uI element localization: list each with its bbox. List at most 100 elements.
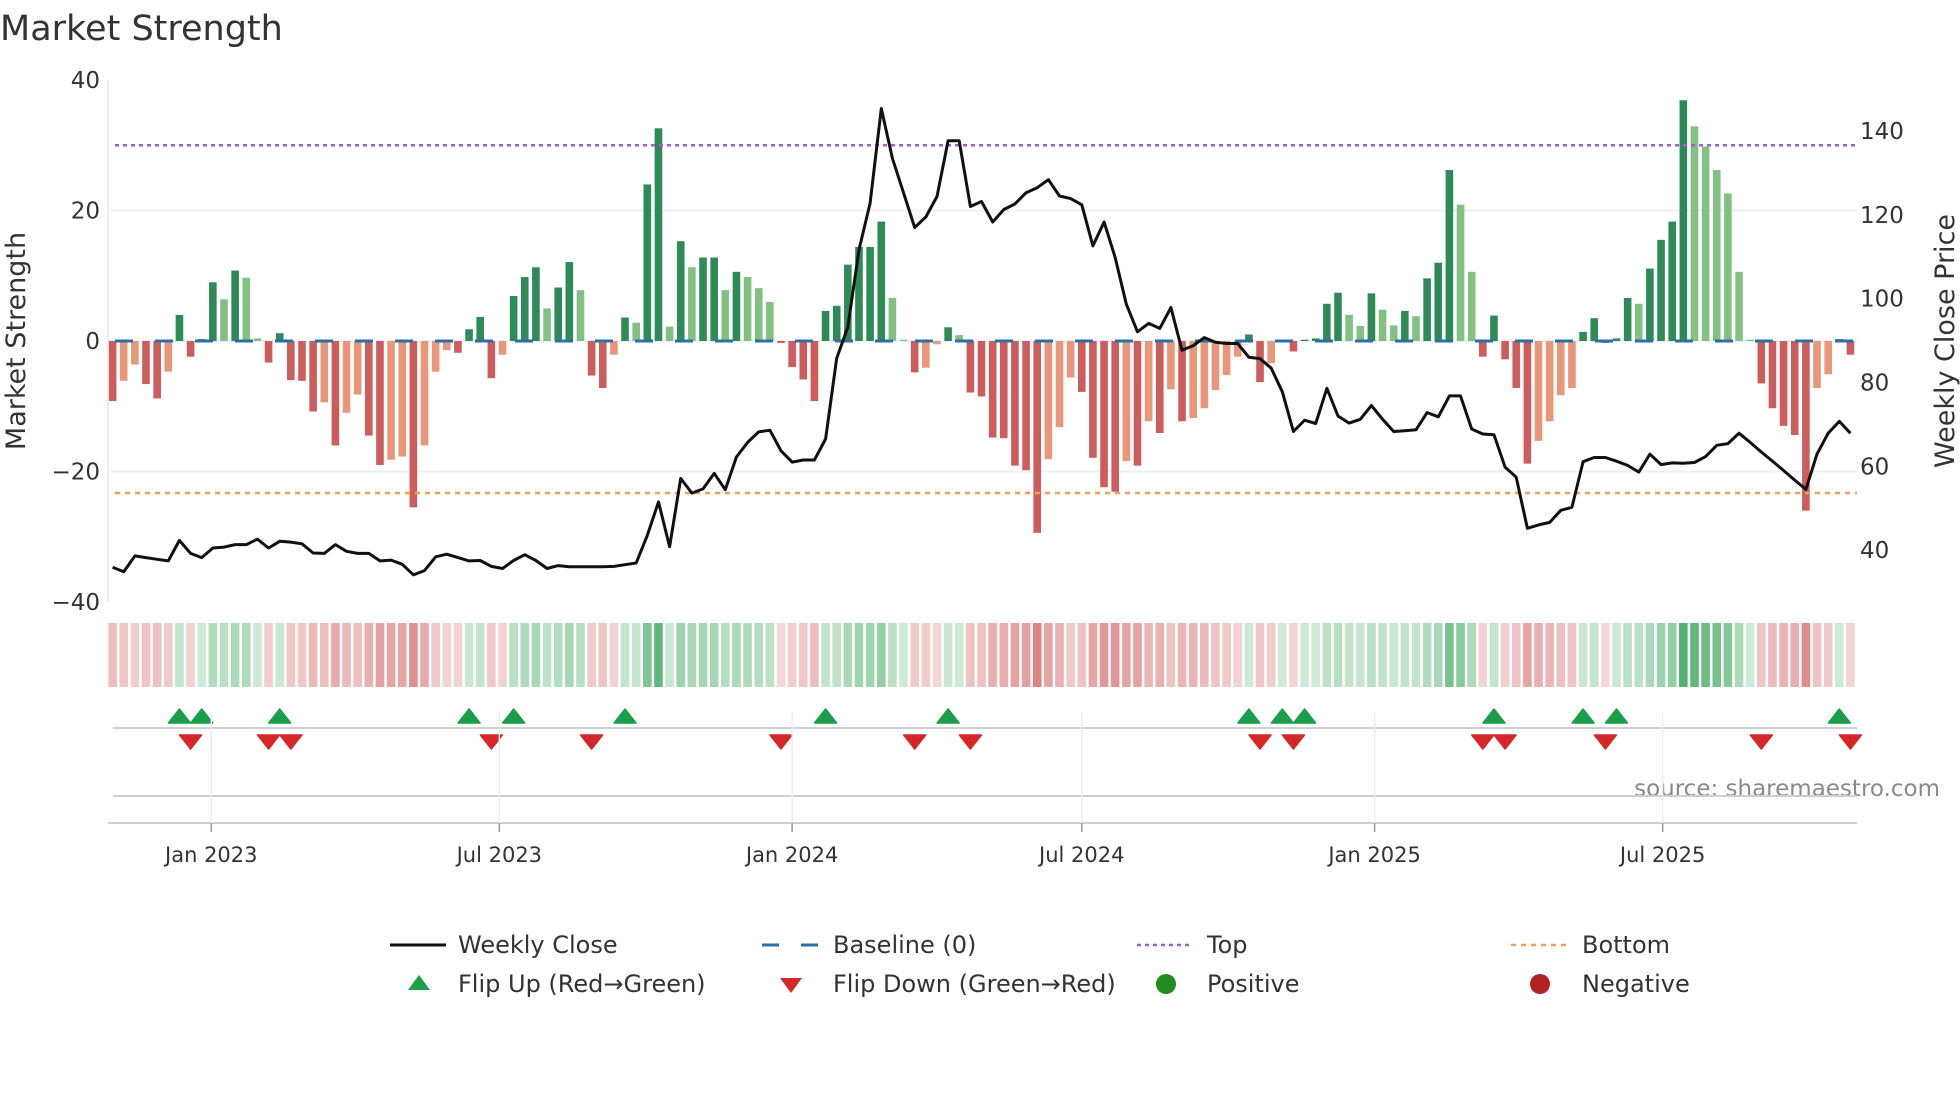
strip-cell: [1333, 623, 1343, 687]
strength-bar: [1690, 126, 1699, 341]
strength-bar: [331, 341, 340, 446]
strength-bar: [966, 341, 975, 393]
strength-bar: [1456, 204, 1465, 341]
strip-cell: [475, 623, 485, 687]
strip-cell: [208, 623, 218, 687]
strip-cell: [1589, 623, 1599, 687]
strip-cell: [665, 623, 674, 687]
strength-bar: [142, 341, 150, 385]
strength-bar: [309, 341, 317, 412]
strip-cell: [1690, 623, 1699, 687]
strength-bar: [1657, 239, 1665, 341]
strength-bar: [1768, 341, 1777, 409]
strip-cell: [464, 623, 474, 687]
y-tick-label: −40: [51, 590, 100, 616]
strength-bar: [498, 341, 507, 355]
strip-cell: [275, 623, 284, 687]
flip-up-marker: [167, 708, 192, 724]
strip-cell: [498, 623, 507, 687]
flip-up-marker: [1292, 708, 1317, 724]
strength-bar: [576, 290, 585, 341]
strength-bar: [1813, 341, 1821, 388]
strength-bar: [287, 341, 295, 381]
strip-cell: [587, 623, 596, 687]
strength-bar: [1200, 341, 1209, 409]
strip-cell: [1634, 623, 1644, 687]
strength-bar: [1590, 318, 1599, 341]
strength-bar: [1824, 341, 1832, 375]
strength-bar: [1155, 341, 1164, 434]
strip-cell: [553, 623, 563, 687]
flip-down-marker: [1471, 734, 1495, 750]
strip-cell: [1010, 623, 1020, 687]
strength-bar: [565, 262, 574, 341]
strength-bar: [1022, 341, 1030, 471]
strip-cell: [1567, 623, 1577, 687]
strength-bar: [1757, 341, 1766, 384]
strength-bar: [1490, 315, 1498, 341]
strip-cell: [409, 623, 418, 687]
strength-bar: [621, 317, 629, 341]
strip-cell: [1801, 623, 1811, 687]
strip-cell: [1656, 623, 1666, 687]
strength-bar: [821, 310, 830, 341]
strip-cell: [654, 623, 663, 687]
strip-cell: [1835, 623, 1844, 687]
legend-label-flip_down: Flip Down (Green→Red): [833, 970, 1116, 998]
strength-bar: [1033, 341, 1042, 533]
strength-bar: [1746, 339, 1754, 341]
strength-bar: [1545, 341, 1554, 422]
strength-bar: [1724, 193, 1732, 341]
strength-heat-strip: [108, 623, 1855, 687]
strip-cell: [1222, 623, 1231, 687]
strength-bar: [1356, 325, 1365, 341]
strength-bar: [721, 290, 730, 341]
strip-cell: [1122, 623, 1131, 687]
strength-bar: [164, 341, 173, 372]
strength-bar: [988, 341, 997, 438]
strength-bar: [610, 341, 618, 355]
strip-cell: [431, 623, 440, 687]
strip-cell: [420, 623, 429, 687]
strip-cell: [709, 623, 719, 687]
strength-bar: [1701, 146, 1710, 341]
strength-bar: [175, 314, 184, 341]
flip-down-marker: [1281, 734, 1306, 750]
y2-tick-label: 40: [1860, 538, 1889, 564]
strip-cell: [1846, 623, 1855, 687]
flip-down-marker: [1248, 734, 1272, 750]
strip-cell: [854, 623, 864, 687]
strength-bar: [1646, 268, 1654, 341]
strength-bar: [1512, 341, 1521, 388]
strength-bar: [1623, 297, 1632, 341]
strength-bar: [1378, 309, 1387, 341]
strength-bar: [1790, 341, 1799, 435]
strip-cell: [141, 623, 151, 687]
strength-bar: [1445, 170, 1454, 341]
strength-bar: [676, 241, 685, 341]
strip-cell: [1433, 623, 1443, 687]
strip-cell: [676, 623, 686, 687]
strength-bar: [877, 221, 886, 341]
strip-cell: [609, 623, 619, 687]
strength-bar: [119, 341, 128, 381]
strip-cell: [520, 623, 530, 687]
legend-label-negative: Negative: [1582, 970, 1690, 998]
strength-bar: [1523, 341, 1532, 464]
strip-cell: [1378, 623, 1387, 687]
strip-cell: [1055, 623, 1064, 687]
strength-bar: [1167, 341, 1175, 390]
strength-bar: [420, 341, 429, 446]
strip-cell: [1044, 623, 1053, 687]
strip-cell: [509, 623, 518, 687]
flip-down-marker: [1493, 734, 1517, 750]
flip-up-marker: [267, 708, 292, 724]
y-tick-label: 40: [71, 68, 100, 94]
strip-cell: [810, 623, 819, 687]
strength-bar: [1334, 292, 1342, 341]
strip-cell: [643, 623, 652, 687]
y-tick-label: −20: [51, 460, 100, 486]
flip-up-marker: [1270, 708, 1295, 724]
strip-cell: [108, 623, 117, 687]
strip-cell: [899, 623, 908, 687]
